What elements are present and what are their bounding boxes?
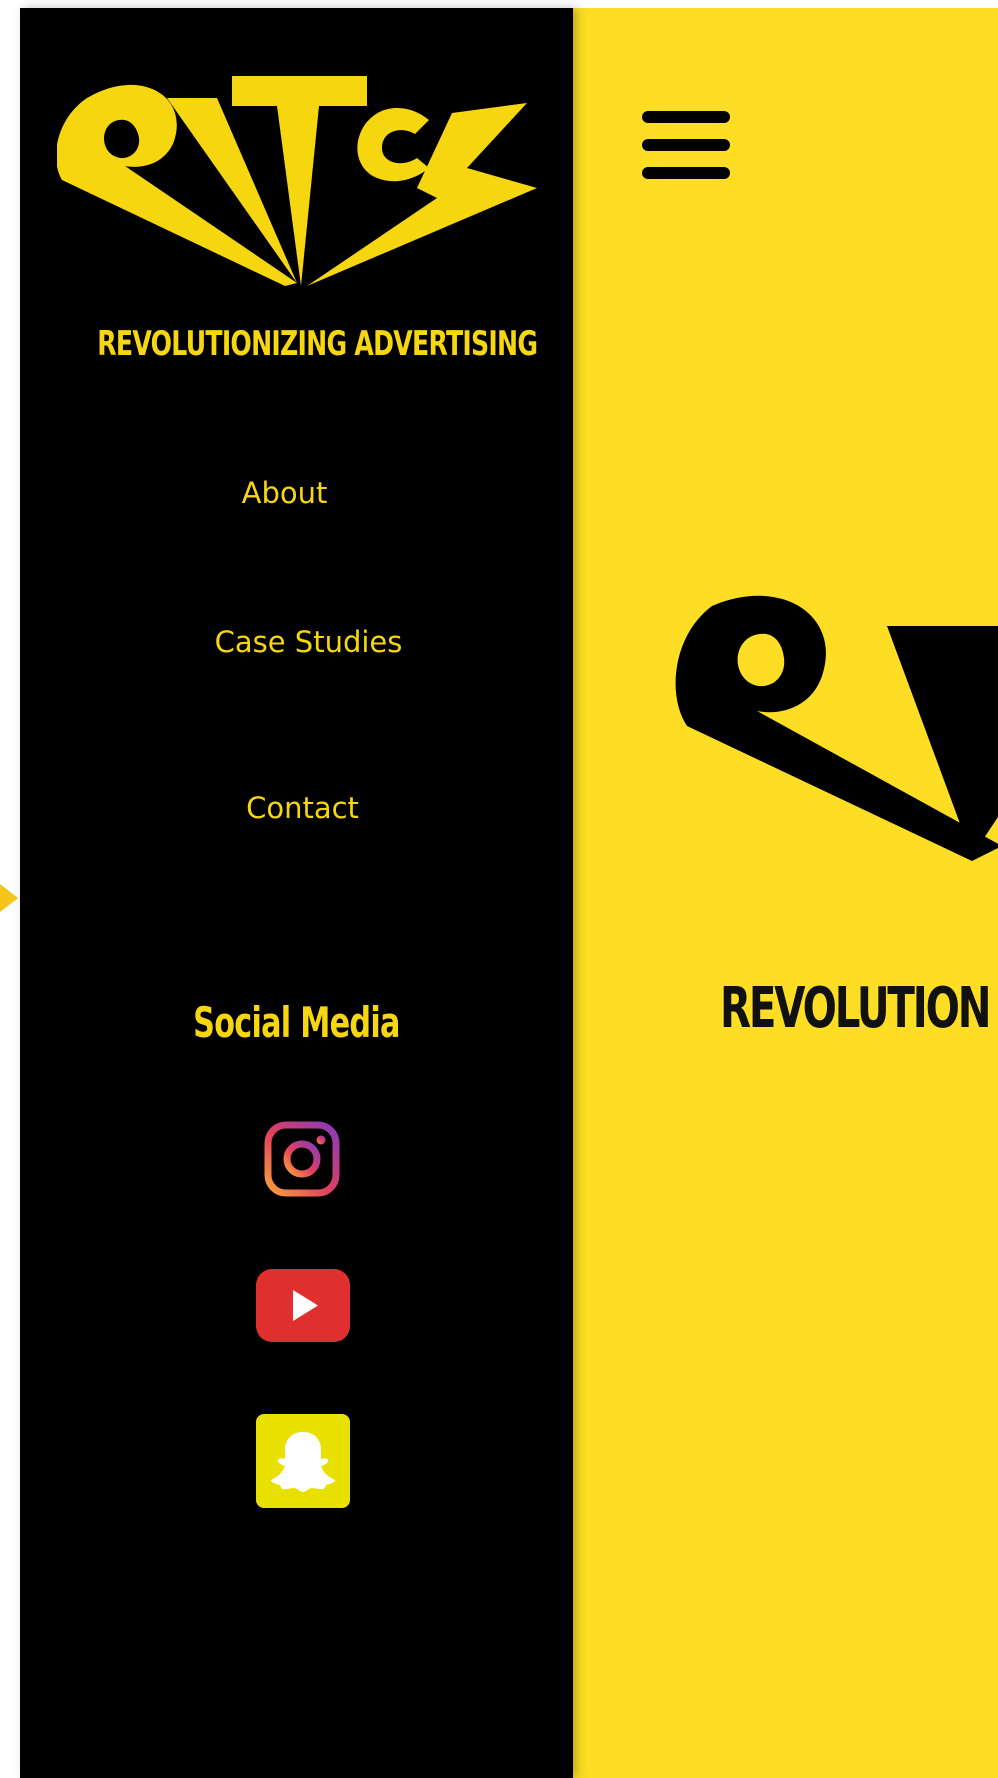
nav-link-contact[interactable]: Contact [26,791,579,825]
offscreen-arrow-icon [0,884,18,912]
nav-link-about[interactable]: About [8,476,561,510]
hamburger-line [642,111,730,123]
hamburger-line [642,167,730,179]
social-media-heading-text: Social Media [193,998,400,1047]
page: REVOLUTION REVOLUTIONIZING ADVERTISING A… [0,0,998,1778]
snapchat-icon[interactable] [254,1412,352,1510]
nav-link-case-studies[interactable]: Case Studies [32,625,585,659]
sidebar-tagline-text: REVOLUTIONIZING ADVERTISING [97,324,538,364]
instagram-icon[interactable] [263,1120,341,1198]
youtube-icon[interactable] [254,1267,352,1344]
main-tagline: REVOLUTION [720,976,991,1041]
sidebar-drawer: REVOLUTIONIZING ADVERTISING About Case S… [20,8,573,1778]
hamburger-menu-button[interactable] [642,111,730,179]
pitch-logo-icon [675,595,998,861]
hamburger-line [642,139,730,151]
sidebar-tagline: REVOLUTIONIZING ADVERTISING [20,324,573,364]
main-content: REVOLUTION [572,8,998,1778]
social-media-heading: Social Media [20,998,573,1047]
pitch-logo-icon [57,76,537,286]
